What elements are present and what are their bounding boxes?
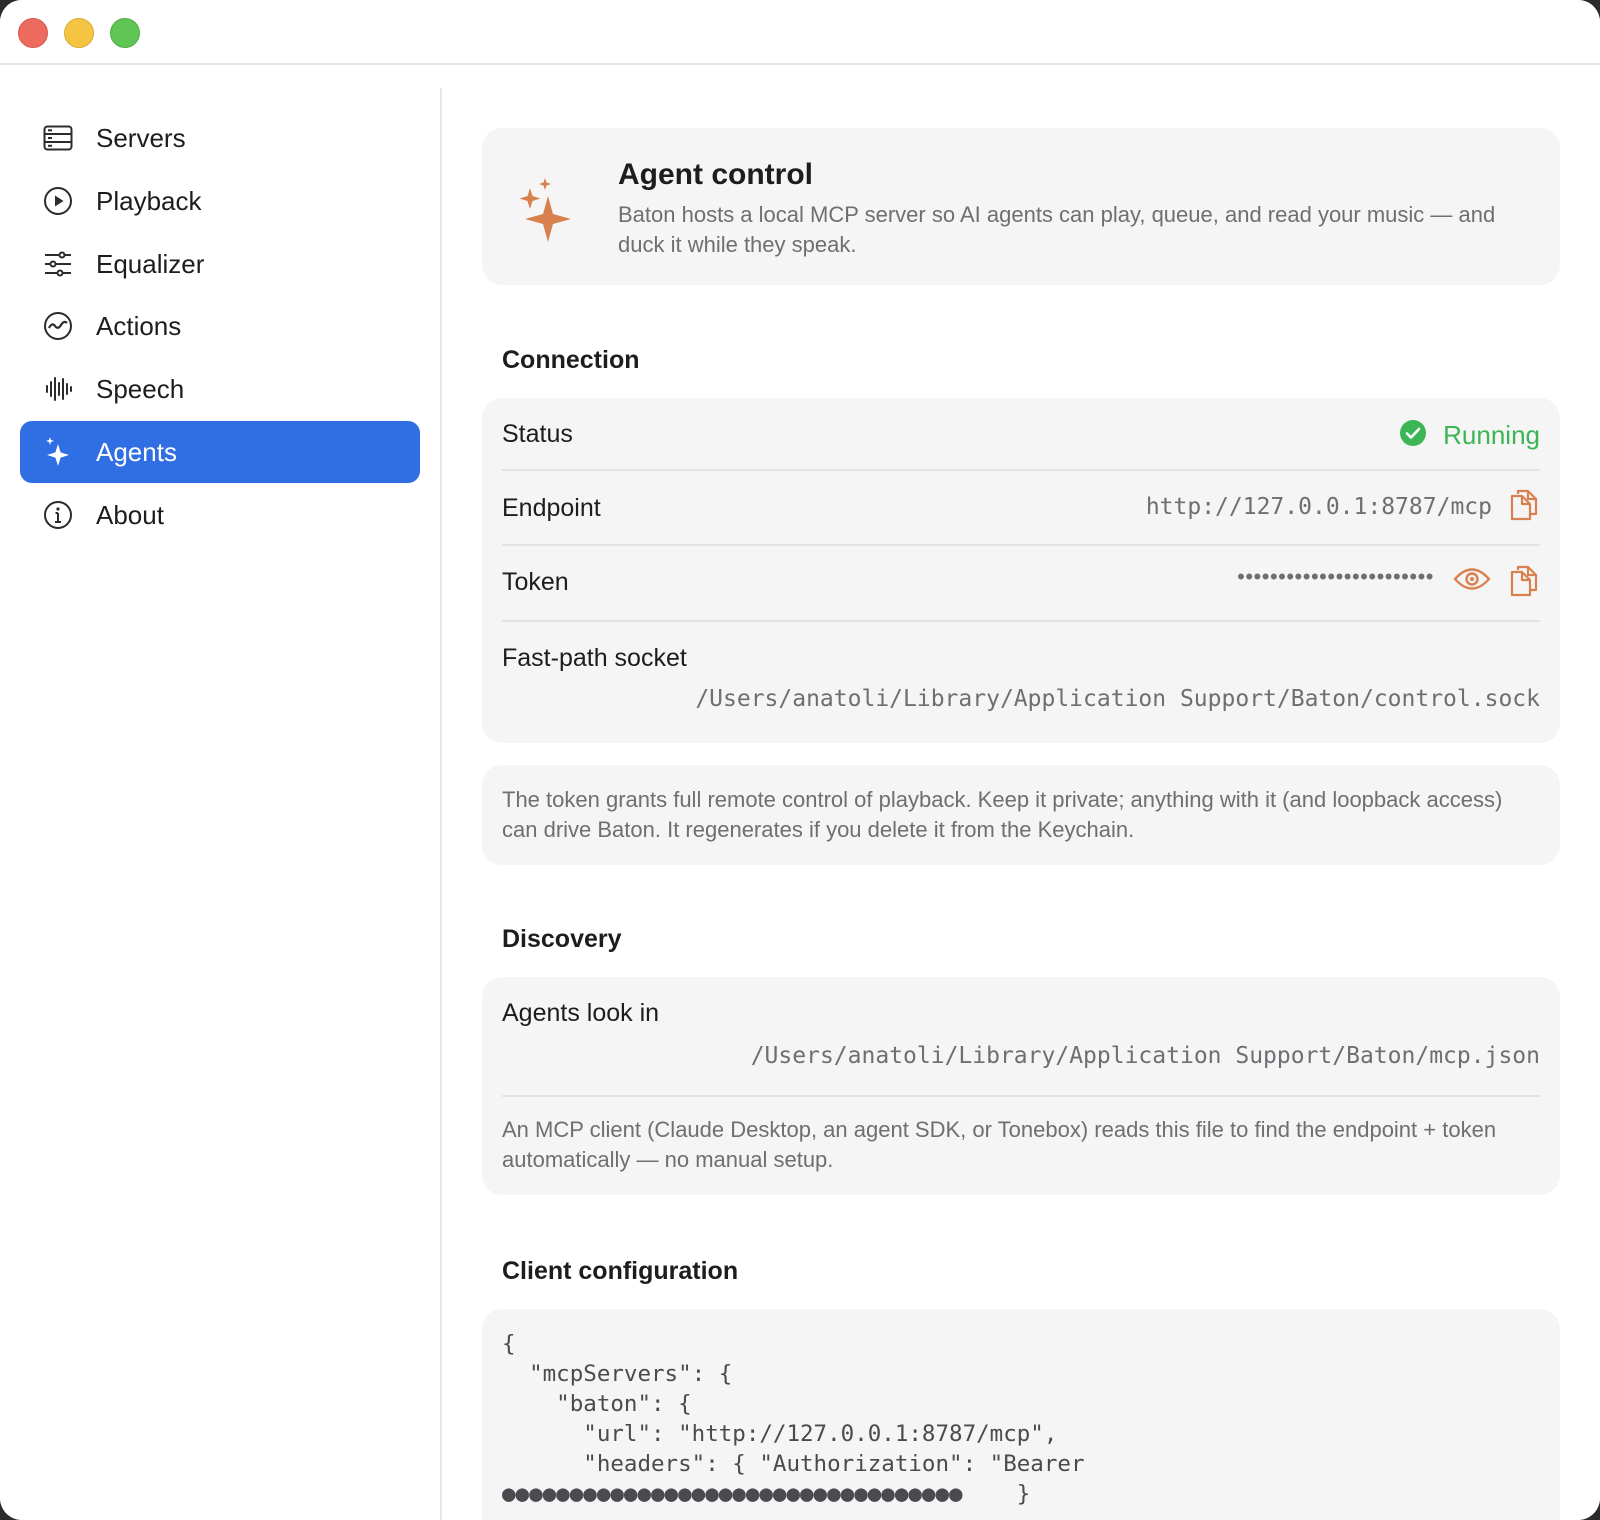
token-value-masked: •••••••••••••••••••••••• xyxy=(1237,564,1434,589)
row-divider xyxy=(502,1095,1540,1097)
sidebar-item-equalizer[interactable]: Equalizer xyxy=(20,233,420,295)
copy-token-button[interactable] xyxy=(1506,564,1542,602)
sidebar-item-label: Agents xyxy=(96,436,177,467)
copy-icon xyxy=(1509,564,1539,603)
sparkles-icon xyxy=(42,436,74,468)
sidebar-item-speech[interactable]: Speech xyxy=(20,358,420,420)
discovery-section-title: Discovery xyxy=(502,925,622,953)
token-label: Token xyxy=(502,568,569,596)
status-label: Status xyxy=(502,420,573,448)
sidebar-item-label: About xyxy=(96,499,164,530)
endpoint-label: Endpoint xyxy=(502,494,601,522)
close-window-button[interactable] xyxy=(18,18,48,48)
row-divider xyxy=(502,620,1540,622)
row-divider xyxy=(502,544,1540,546)
copy-icon xyxy=(1509,488,1539,527)
client-config-card: { "mcpServers": { "baton": { "url": "htt… xyxy=(482,1309,1560,1520)
sidebar-item-servers[interactable]: Servers xyxy=(20,107,420,169)
socket-label: Fast-path socket xyxy=(502,644,687,672)
sidebar-item-agents[interactable]: Agents xyxy=(20,421,420,483)
status-indicator: Running xyxy=(1399,418,1540,452)
reveal-token-button[interactable] xyxy=(1452,566,1492,596)
token-warning-card: The token grants full remote control of … xyxy=(482,765,1560,865)
page-title: Agent control xyxy=(618,158,813,191)
sidebar-item-actions[interactable]: Actions xyxy=(20,295,420,357)
endpoint-value: http://127.0.0.1:8787/mcp xyxy=(1145,494,1492,520)
discovery-path-value: /Users/anatoli/Library/Application Suppo… xyxy=(750,1043,1540,1069)
discovery-note: An MCP client (Claude Desktop, an agent … xyxy=(502,1117,1497,1172)
server-icon xyxy=(42,122,74,154)
sliders-icon xyxy=(42,248,74,280)
status-value: Running xyxy=(1443,419,1540,450)
settings-window: Servers Playback Equalizer Actions Speec… xyxy=(0,0,1600,1520)
page-description: Baton hosts a local MCP server so AI age… xyxy=(618,202,1496,257)
token-warning-text: The token grants full remote control of … xyxy=(502,787,1503,842)
sidebar-item-label: Equalizer xyxy=(96,248,205,279)
row-divider xyxy=(502,469,1540,471)
info-icon xyxy=(42,499,74,531)
sidebar-item-label: Servers xyxy=(96,122,186,153)
copy-endpoint-button[interactable] xyxy=(1506,488,1542,526)
sidebar-item-playback[interactable]: Playback xyxy=(20,170,420,232)
sidebar-item-label: Playback xyxy=(96,185,202,216)
activity-icon xyxy=(42,310,74,342)
play-circle-icon xyxy=(42,185,74,217)
discovery-label: Agents look in xyxy=(502,999,660,1027)
minimize-window-button[interactable] xyxy=(64,18,94,48)
agent-control-header-card: Agent control Baton hosts a local MCP se… xyxy=(482,128,1560,285)
sidebar-item-about[interactable]: About xyxy=(20,484,420,546)
connection-card: Status Running Endpoint http://127.0.0.1… xyxy=(482,398,1560,743)
waveform-icon xyxy=(42,373,74,405)
sidebar-item-label: Speech xyxy=(96,373,185,404)
sidebar-item-label: Actions xyxy=(96,310,182,341)
sparkles-icon xyxy=(512,168,582,248)
zoom-window-button[interactable] xyxy=(110,18,140,48)
socket-path-value: /Users/anatoli/Library/Application Suppo… xyxy=(695,686,1540,712)
eye-icon xyxy=(1453,566,1491,597)
checkmark-circle-icon xyxy=(1399,419,1427,452)
client-config-section-title: Client configuration xyxy=(502,1257,739,1285)
client-config-code[interactable]: { "mcpServers": { "baton": { "url": "htt… xyxy=(502,1329,1542,1509)
connection-section-title: Connection xyxy=(502,346,640,374)
discovery-card: Agents look in /Users/anatoli/Library/Ap… xyxy=(482,977,1560,1195)
title-bar xyxy=(0,0,1600,65)
